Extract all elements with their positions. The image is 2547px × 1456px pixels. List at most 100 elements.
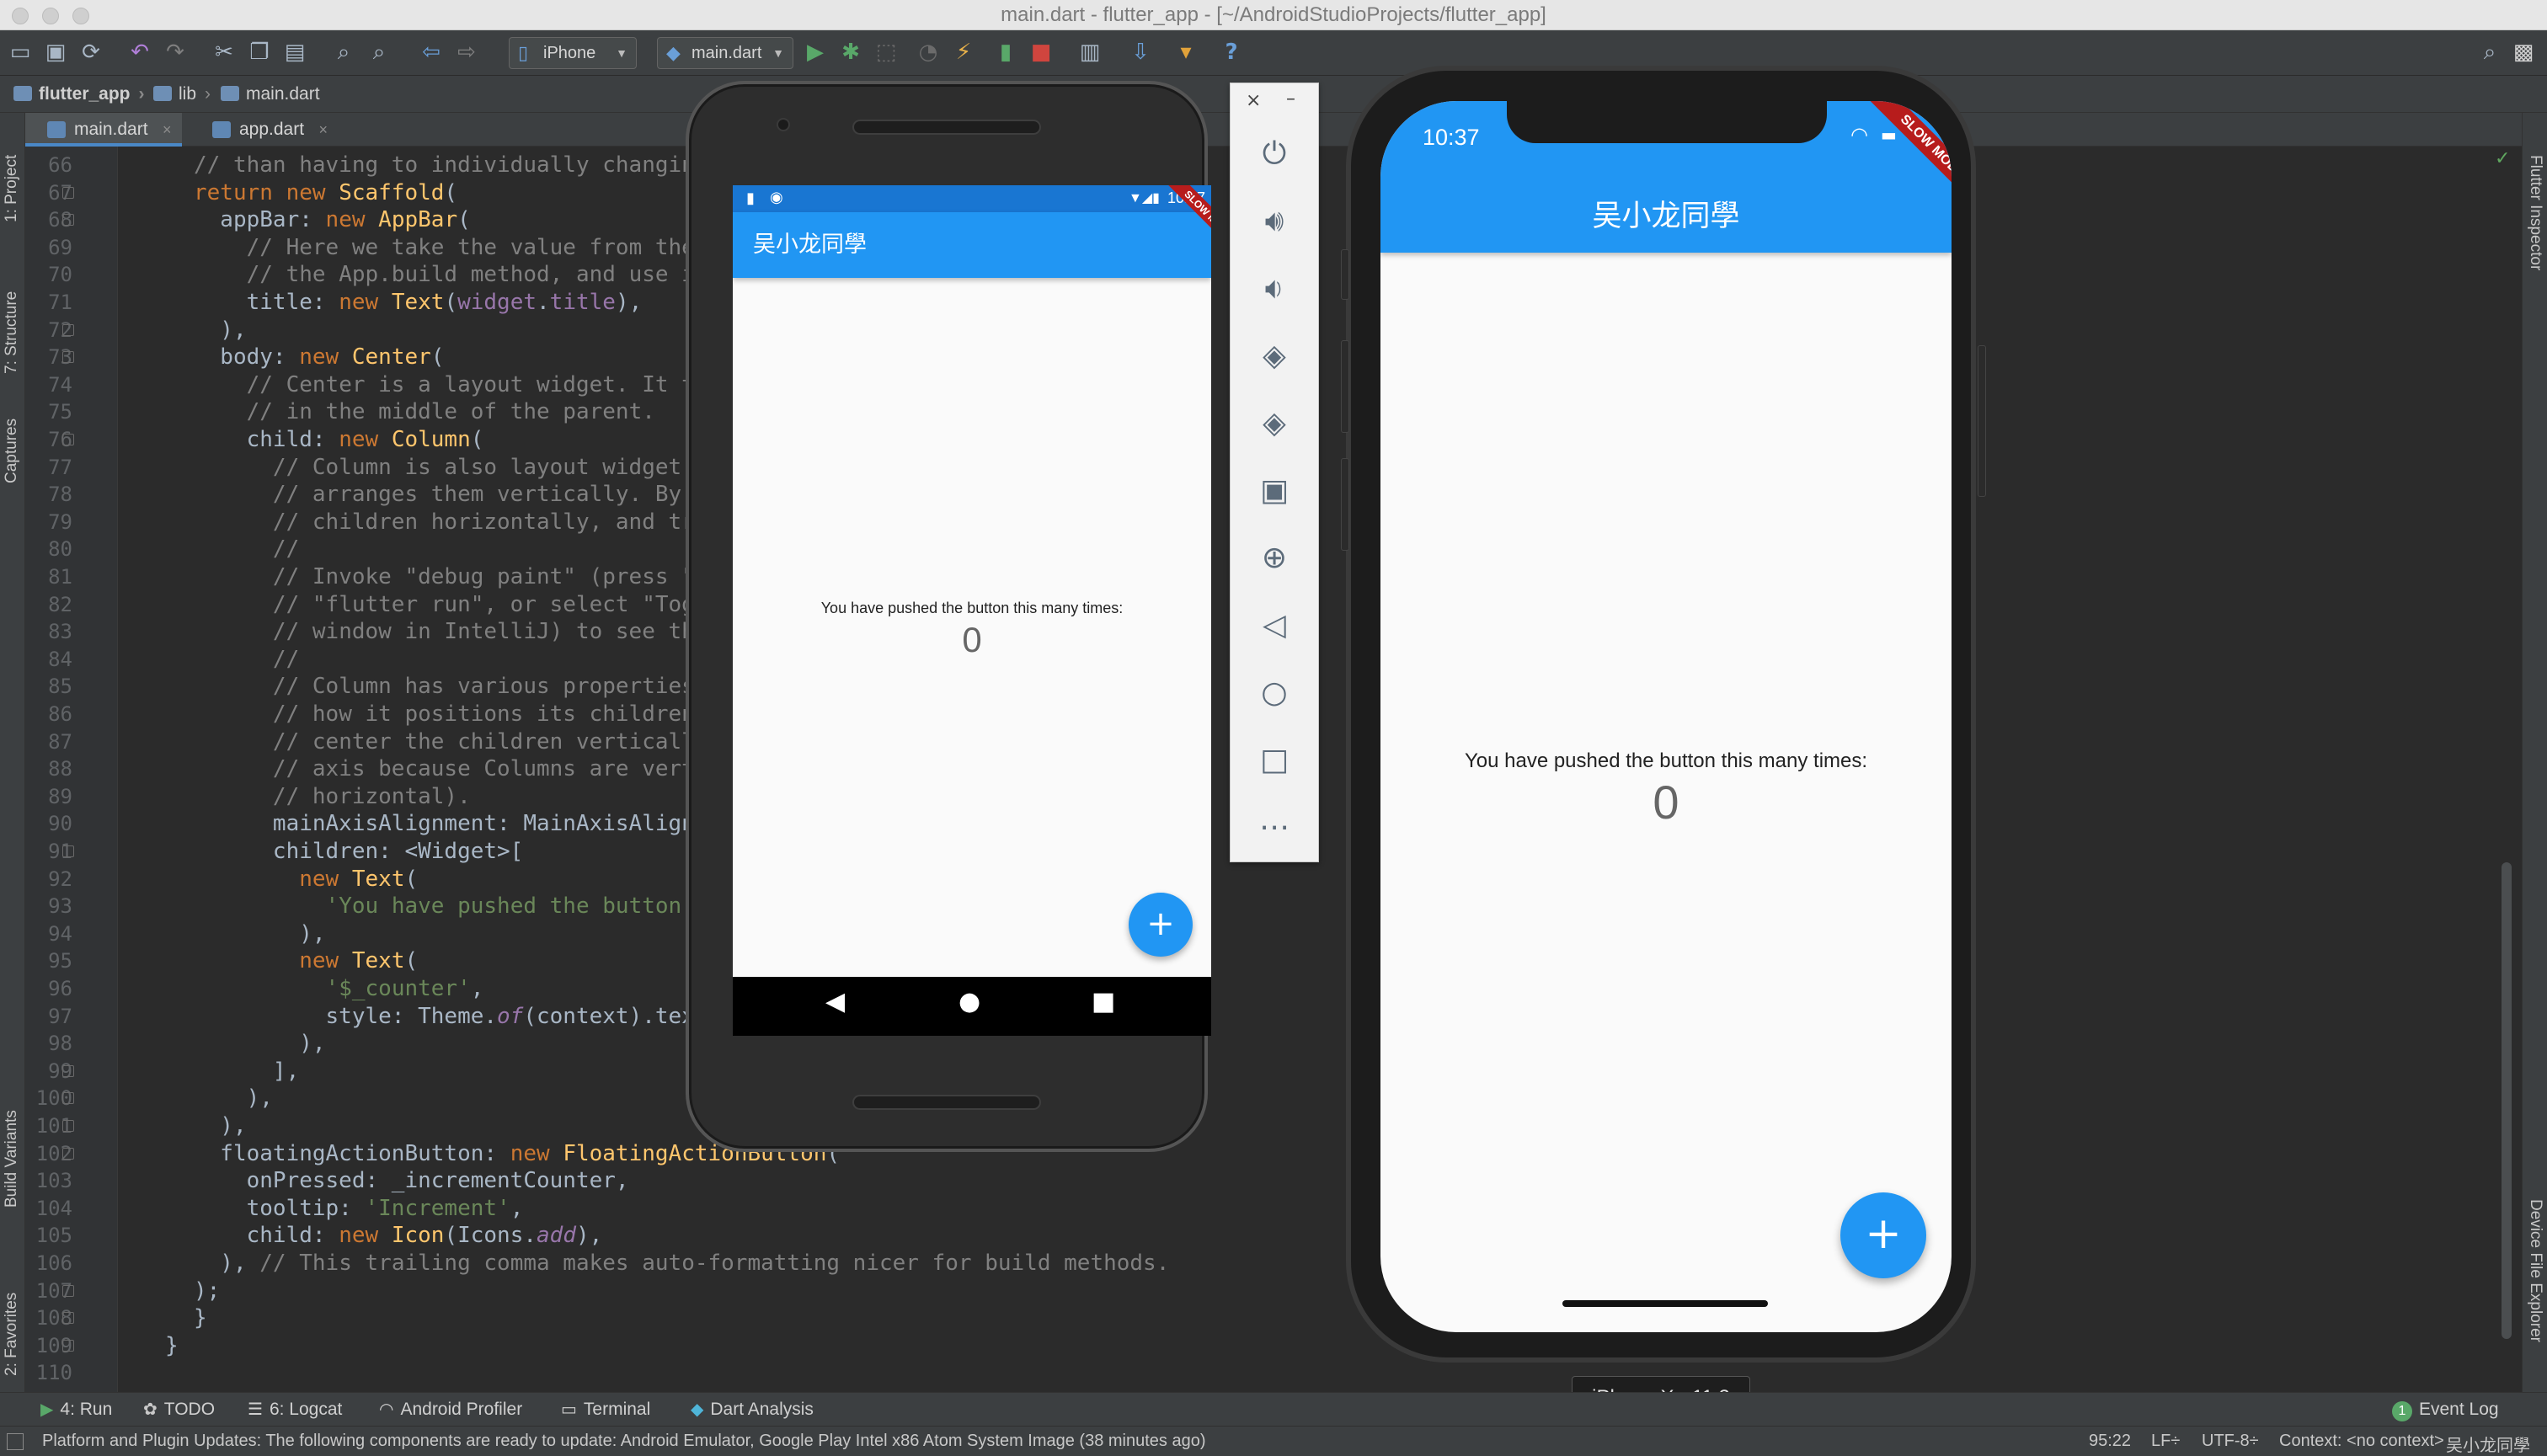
nav-home-icon[interactable]: ● (958, 987, 980, 1016)
code-line[interactable]: // in the middle of the parent. (194, 398, 655, 426)
toggle-tool-windows-icon[interactable] (7, 1433, 24, 1450)
volume-down-icon[interactable]: 🔉︎ (1247, 262, 1301, 316)
more-options-icon[interactable]: ⋯ (1247, 801, 1301, 855)
code-line[interactable]: children: <Widget>[ (194, 838, 523, 866)
account-icon[interactable]: ▩ (2510, 39, 2537, 66)
fold-marker-icon[interactable] (62, 351, 74, 364)
forward-icon[interactable]: ⇨ (453, 39, 480, 66)
save-all-icon[interactable]: ▣ (42, 39, 69, 66)
overview-square-icon[interactable]: □ (1247, 733, 1301, 787)
profile-icon[interactable]: ◔ (915, 39, 942, 66)
fold-marker-icon[interactable] (62, 1147, 74, 1160)
editor-scrollbar-thumb[interactable] (2502, 862, 2512, 1339)
breadcrumb-file[interactable]: main.dart (221, 83, 320, 106)
power-icon[interactable]: ⏻ (1247, 127, 1301, 181)
replace-icon[interactable]: ⌕ (366, 39, 392, 66)
code-line[interactable]: ), (194, 1085, 273, 1112)
android-screen[interactable]: ▮ ◉ ▼◢▮ 10:37 吴小龙同學 SLOW MODE You have p… (733, 185, 1211, 1036)
breadcrumb-lib[interactable]: lib › (153, 83, 211, 106)
open-folder-icon[interactable]: ▭ (7, 39, 34, 66)
paste-icon[interactable]: ▤ (281, 39, 308, 66)
rotate-left-icon[interactable]: ◈ (1247, 329, 1301, 383)
fold-marker-icon[interactable] (62, 1339, 74, 1352)
debug-icon[interactable]: ✱ (837, 39, 864, 66)
fold-marker-icon[interactable] (62, 1120, 74, 1132)
terminal-tool-button[interactable]: ▭ Terminal (561, 1393, 650, 1427)
fold-marker-icon[interactable] (62, 323, 74, 336)
home-indicator[interactable] (1562, 1300, 1768, 1307)
nav-recents-icon[interactable]: ■ (1092, 987, 1115, 1016)
code-line[interactable]: '$_counter', (194, 975, 484, 1003)
code-line[interactable]: tooltip: 'Increment', (194, 1195, 524, 1223)
fold-marker-icon[interactable] (62, 1284, 74, 1297)
code-line[interactable]: ), (194, 1112, 246, 1140)
run-tool-button[interactable]: ▶ 4: Run (40, 1393, 112, 1427)
code-line[interactable]: body: new Center( (194, 344, 444, 371)
home-circle-icon[interactable]: ○ (1247, 666, 1301, 720)
screenshot-camera-icon[interactable]: ▣ (1247, 464, 1301, 518)
code-line[interactable]: ), (194, 317, 246, 344)
volume-up-icon[interactable]: 🔊︎ (1247, 195, 1301, 248)
code-line[interactable]: } (194, 1304, 207, 1332)
code-line[interactable]: ); (194, 1277, 220, 1305)
fold-marker-icon[interactable] (62, 1092, 74, 1105)
code-line[interactable]: ], (194, 1058, 299, 1085)
fold-marker-icon[interactable] (62, 186, 74, 199)
code-line[interactable]: child: new Icon(Icons.add), (194, 1222, 603, 1250)
logcat-tool-button[interactable]: ☰ 6: Logcat (248, 1393, 342, 1427)
code-line[interactable]: onPressed: _incrementCounter, (194, 1167, 629, 1195)
cut-icon[interactable]: ✂ (211, 39, 238, 66)
zoom-icon[interactable]: ⊕ (1247, 531, 1301, 585)
sync-icon[interactable]: ⟳ (77, 39, 104, 66)
fold-marker-icon[interactable] (62, 214, 74, 227)
code-line[interactable]: } (165, 1332, 179, 1360)
find-icon[interactable]: ⌕ (330, 39, 357, 66)
caret-position[interactable]: 95:22 (2089, 1432, 2131, 1451)
copy-icon[interactable]: ❐ (246, 39, 273, 66)
avd-manager-icon[interactable]: ▥ (1076, 39, 1103, 66)
code-line[interactable]: child: new Column( (194, 426, 484, 454)
code-line[interactable]: title: new Text(widget.title), (194, 289, 643, 317)
close-tab-icon[interactable]: × (319, 113, 328, 147)
fold-marker-icon[interactable] (62, 1312, 74, 1325)
hot-reload-icon[interactable]: ⚡ (950, 39, 977, 66)
iphone-increment-fab[interactable]: + (1840, 1192, 1926, 1278)
nav-back-icon[interactable]: ◀ (825, 987, 845, 1016)
redo-icon[interactable]: ↷ (162, 39, 189, 66)
attach-debugger-icon[interactable]: ⬚ (873, 39, 900, 66)
file-encoding[interactable]: UTF-8÷ (2202, 1432, 2259, 1451)
code-line[interactable]: // horizontal). (194, 783, 471, 811)
todo-tool-button[interactable]: ✿ TODO (143, 1393, 215, 1427)
code-line[interactable]: return new Scaffold( (194, 179, 457, 207)
android-profiler-tool-button[interactable]: ◠ Android Profiler (379, 1393, 522, 1427)
line-separator[interactable]: LF÷ (2151, 1432, 2180, 1451)
run-config-selector[interactable]: ◆ main.dart ▼ (657, 37, 793, 69)
close-tab-icon[interactable]: × (163, 113, 172, 147)
iphone-screen[interactable]: 10:37 ◠ ▬ 吴小龙同學 SLOW MODE You have pushe… (1380, 101, 1952, 1332)
fold-marker-icon[interactable] (62, 434, 74, 445)
fold-marker-icon[interactable] (62, 845, 74, 857)
rotate-right-icon[interactable]: ◈ (1247, 397, 1301, 451)
tab-app-dart[interactable]: app.dart × (190, 113, 338, 147)
code-line[interactable]: // (194, 646, 299, 674)
dart-analysis-tool-button[interactable]: ◆ Dart Analysis (691, 1393, 814, 1427)
minimize-icon[interactable]: – (1286, 88, 1295, 109)
code-line[interactable]: appBar: new AppBar( (194, 206, 470, 234)
code-line[interactable]: // (194, 536, 299, 563)
undo-icon[interactable]: ↶ (126, 39, 153, 66)
code-line[interactable]: new Text( (194, 947, 418, 975)
android-increment-fab[interactable]: + (1129, 893, 1193, 957)
code-line[interactable]: ), // This trailing comma makes auto-for… (194, 1250, 1169, 1277)
apply-changes-icon[interactable]: ▮ (992, 39, 1019, 66)
sdk-manager-icon[interactable]: ⇩ (1127, 39, 1154, 66)
device-selector[interactable]: ▯ iPhone X ▼ (509, 37, 637, 93)
breadcrumb-project[interactable]: flutter_app › (13, 83, 145, 106)
flutter-outline-icon[interactable]: ▾ (1172, 39, 1199, 66)
run-icon[interactable]: ▶ (802, 39, 829, 66)
back-icon[interactable]: ⇦ (418, 39, 445, 66)
status-message[interactable]: Platform and Plugin Updates: The followi… (42, 1432, 1206, 1451)
code-line[interactable]: ), (194, 920, 325, 948)
help-icon[interactable]: ? (1218, 39, 1245, 66)
line-number-gutter[interactable]: 66 67 68 69 70 71 72 73 74 75 76 77 78 79 80 81 82 83 84 85… (25, 147, 118, 1392)
close-icon[interactable]: × (1246, 90, 1261, 111)
